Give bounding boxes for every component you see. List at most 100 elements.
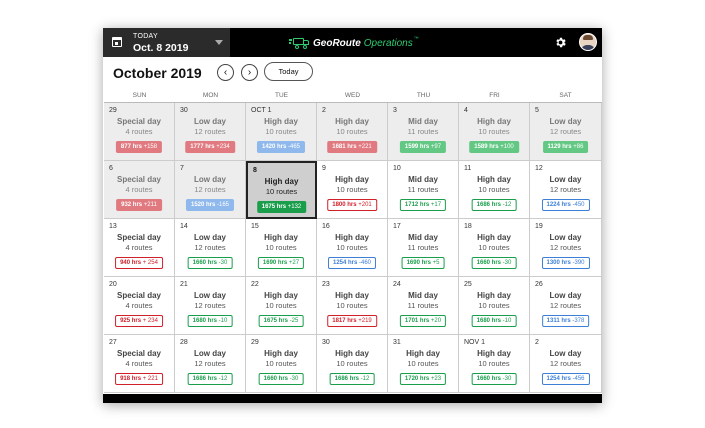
route-count: 10 routes: [478, 359, 510, 368]
calendar-day-cell[interactable]: 2 Low day 12 routes 1254 hrs -456: [530, 335, 602, 393]
hours-badge: 1129 hrs +86: [542, 141, 589, 153]
calendar-day-cell[interactable]: 25 High day 10 routes 1680 hrs -10: [459, 277, 530, 335]
hours-badge: 1311 hrs -378: [541, 315, 590, 327]
day-type: Mid day: [408, 291, 438, 300]
hours-badge: 1520 hrs -165: [185, 199, 235, 211]
chevron-down-icon[interactable]: [215, 40, 223, 45]
day-type: High day: [264, 117, 298, 126]
day-type: Mid day: [408, 117, 438, 126]
day-type: High day: [335, 291, 369, 300]
calendar-day-cell[interactable]: 4 High day 10 routes 1589 hrs +100: [459, 103, 530, 161]
hours-value: 1681 hrs: [332, 144, 357, 150]
calendar-day-cell[interactable]: 20 Special day 4 routes 925 hrs + 234: [104, 277, 175, 335]
hours-delta: +201: [356, 202, 372, 208]
calendar-day-cell[interactable]: 8 High day 10 routes 1675 hrs +132: [246, 161, 317, 219]
hours-value: 940 hrs: [120, 260, 142, 266]
hours-badge: 1254 hrs -456: [541, 373, 590, 385]
day-type: Special day: [116, 349, 162, 358]
calendar-day-cell[interactable]: 31 High day 10 routes 1720 hrs +23: [388, 335, 459, 393]
hours-badge: 1599 hrs +97: [399, 141, 447, 153]
hours-badge: 1589 hrs +100: [469, 141, 519, 153]
hours-badge: 1675 hrs +132: [256, 201, 307, 213]
day-number: 24: [393, 281, 401, 288]
day-type: Low day: [193, 233, 226, 242]
day-type: High day: [264, 233, 298, 242]
calendar-day-cell[interactable]: 3 Mid day 11 routes 1599 hrs +97: [388, 103, 459, 161]
calendar-day-cell[interactable]: 21 Low day 12 routes 1680 hrs -10: [175, 277, 246, 335]
gear-icon[interactable]: [554, 36, 567, 49]
route-count: 10 routes: [478, 127, 510, 136]
calendar-day-cell[interactable]: 26 Low day 12 routes 1311 hrs -378: [530, 277, 602, 335]
day-type: High day: [406, 349, 440, 358]
route-count: 10 routes: [336, 185, 368, 194]
day-type: Low day: [193, 175, 226, 184]
prev-month-button[interactable]: ‹: [217, 64, 234, 81]
calendar-day-cell[interactable]: 7 Low day 12 routes 1520 hrs -165: [175, 161, 246, 219]
calendar-day-cell[interactable]: 11 High day 10 routes 1686 hrs -12: [459, 161, 530, 219]
today-button[interactable]: Today: [264, 62, 313, 81]
date-picker[interactable]: TODAY Oct. 8 2019: [103, 28, 230, 57]
hours-badge: 1660 hrs -30: [471, 257, 517, 269]
hours-delta: +97: [429, 144, 442, 150]
day-number: 10: [393, 165, 401, 172]
calendar-day-cell[interactable]: 2 High day 10 routes 1681 hrs +221: [317, 103, 388, 161]
hours-value: 1660 hrs: [192, 260, 218, 266]
hours-value: 1254 hrs: [546, 376, 571, 382]
calendar-day-cell[interactable]: 22 High day 10 routes 1675 hrs -25: [246, 277, 317, 335]
calendar-view: October 2019 ‹ › Today SUN MON TUE WED THU FR…: [103, 57, 602, 394]
day-number: 6: [109, 165, 113, 172]
day-number: 4: [464, 107, 468, 114]
route-count: 10 routes: [336, 127, 368, 136]
calendar-day-cell[interactable]: 19 Low day 12 routes 1300 hrs -390: [530, 219, 602, 277]
calendar-day-cell[interactable]: 24 Mid day 11 routes 1701 hrs +20: [388, 277, 459, 335]
calendar-day-cell[interactable]: 14 Low day 12 routes 1660 hrs -30: [175, 219, 246, 277]
next-month-button[interactable]: ›: [241, 64, 258, 81]
day-type: Low day: [549, 233, 582, 242]
day-type: Low day: [549, 291, 582, 300]
hours-delta: + 221: [141, 376, 158, 382]
calendar-day-cell[interactable]: 28 Low day 12 routes 1686 hrs -12: [175, 335, 246, 393]
day-type: High day: [335, 117, 369, 126]
avatar[interactable]: [579, 33, 597, 51]
calendar-icon: [112, 37, 122, 47]
route-count: 4 routes: [125, 359, 153, 368]
calendar-day-cell[interactable]: 23 High day 10 routes 1817 hrs +219: [317, 277, 388, 335]
route-count: 10 routes: [407, 359, 439, 368]
calendar-day-cell[interactable]: NOV 1 High day 10 routes 1660 hrs -30: [459, 335, 530, 393]
weekday-label: WED: [344, 92, 361, 99]
calendar-day-cell[interactable]: 29 Special day 4 routes 877 hrs +158: [104, 103, 175, 161]
calendar-day-cell[interactable]: 15 High day 10 routes 1690 hrs +27: [246, 219, 317, 277]
logo-secondary: Operations: [363, 37, 413, 49]
hours-value: 1660 hrs: [476, 260, 502, 266]
calendar-day-cell[interactable]: 29 High day 10 routes 1660 hrs -30: [246, 335, 317, 393]
day-number: NOV 1: [464, 339, 486, 346]
calendar-day-cell[interactable]: 27 Special day 4 routes 918 hrs + 221: [104, 335, 175, 393]
hours-value: 925 hrs: [120, 318, 142, 324]
calendar-day-cell[interactable]: 30 High day 10 routes 1686 hrs -12: [317, 335, 388, 393]
hours-value: 1129 hrs: [547, 144, 572, 150]
hours-delta: -165: [215, 202, 230, 208]
route-count: 10 routes: [265, 187, 298, 196]
day-type: Low day: [549, 117, 582, 126]
calendar-day-cell[interactable]: 18 High day 10 routes 1660 hrs -30: [459, 219, 530, 277]
route-count: 12 routes: [549, 127, 582, 136]
calendar-day-cell[interactable]: 12 Low day 12 routes 1224 hrs -450: [530, 161, 602, 219]
day-number: 3: [393, 107, 397, 114]
hours-delta: -30: [288, 376, 299, 382]
hours-badge: 1681 hrs +221: [327, 141, 377, 153]
day-number: 23: [322, 281, 330, 288]
hours-delta: +132: [286, 204, 302, 210]
calendar-day-cell[interactable]: 17 Mid day 11 routes 1690 hrs +5: [388, 219, 459, 277]
calendar-day-cell[interactable]: OCT 1 High day 10 routes 1420 hrs -465: [246, 103, 317, 161]
day-type: Low day: [549, 349, 582, 358]
calendar-day-cell[interactable]: 9 High day 10 routes 1800 hrs +201: [317, 161, 388, 219]
calendar-day-cell[interactable]: 16 High day 10 routes 1254 hrs -460: [317, 219, 388, 277]
hours-badge: 1686 hrs -12: [187, 373, 233, 385]
calendar-day-cell[interactable]: 5 Low day 12 routes 1129 hrs +86: [530, 103, 602, 161]
calendar-day-cell[interactable]: 13 Special day 4 routes 940 hrs + 254: [104, 219, 175, 277]
hours-delta: -456: [570, 376, 585, 382]
calendar-day-cell[interactable]: 30 Low day 12 routes 1777 hrs +234: [175, 103, 246, 161]
calendar-day-cell[interactable]: 6 Special day 4 routes 932 hrs +211: [104, 161, 175, 219]
calendar-day-cell[interactable]: 10 Mid day 11 routes 1712 hrs +17: [388, 161, 459, 219]
day-type: High day: [477, 233, 511, 242]
